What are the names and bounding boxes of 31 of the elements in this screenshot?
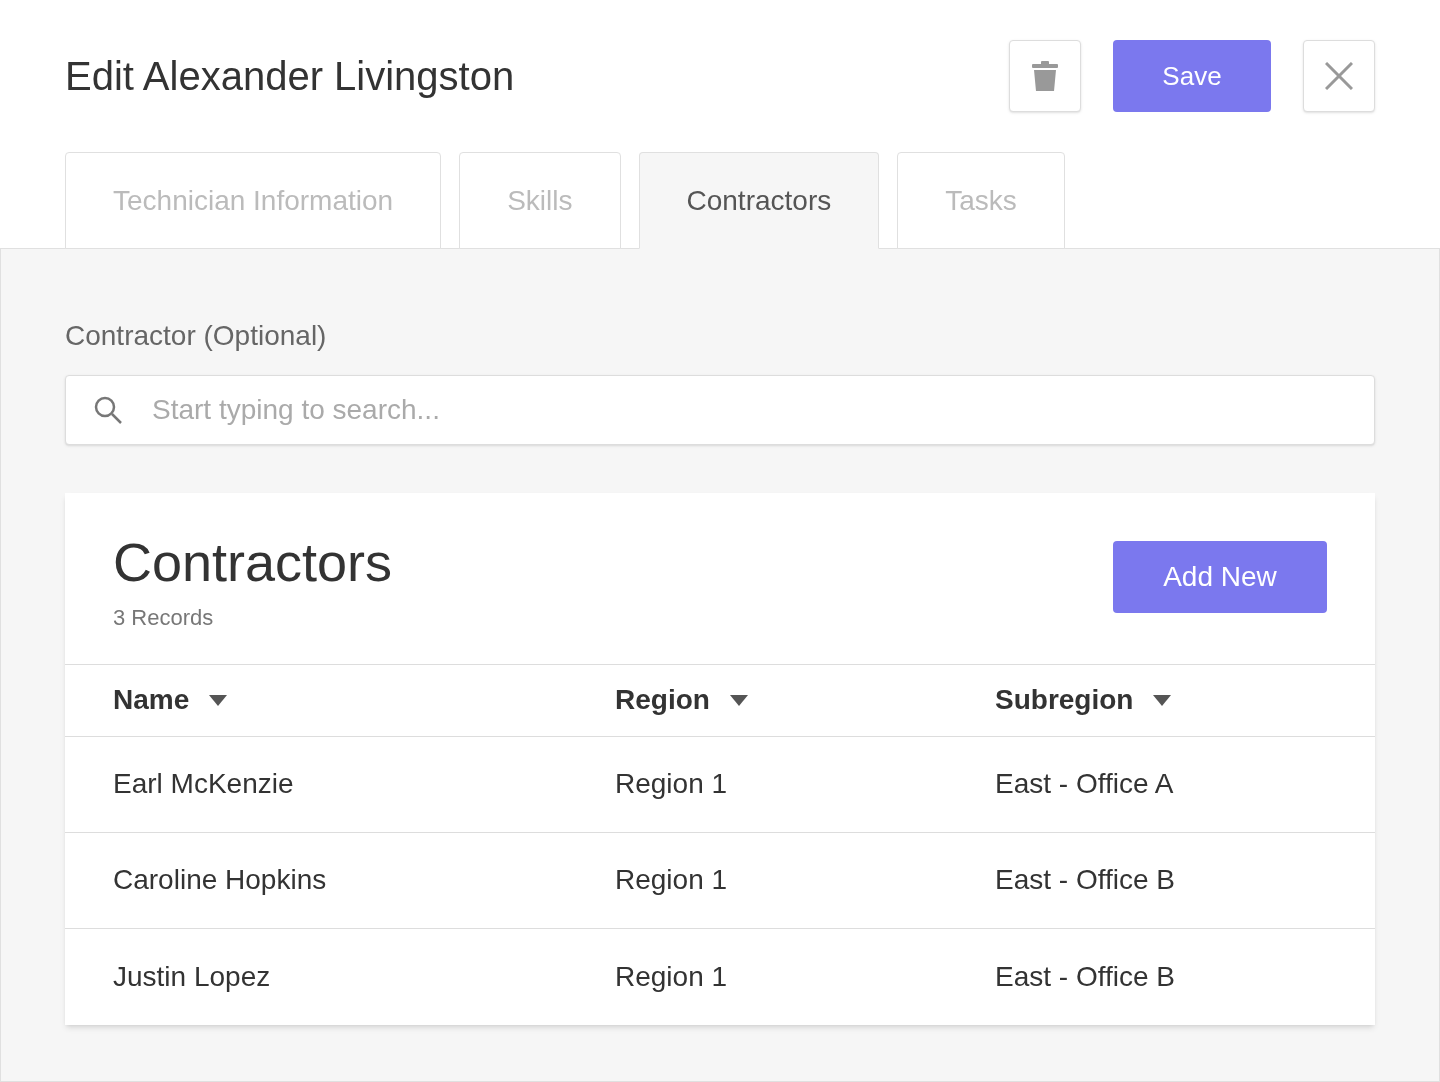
add-new-button[interactable]: Add New <box>1113 541 1327 613</box>
delete-button[interactable] <box>1009 40 1081 112</box>
table-cell: Earl McKenzie <box>113 768 294 799</box>
close-icon <box>1325 62 1353 90</box>
field-label: Contractor (Optional) <box>65 319 328 353</box>
table-cell: East - Office A <box>995 768 1174 799</box>
sort-caret-icon[interactable] <box>209 694 228 706</box>
table-cell: Justin Lopez <box>113 960 271 992</box>
column-header[interactable]: Region <box>615 679 710 721</box>
column-header[interactable]: Subregion <box>995 679 1134 721</box>
save-button[interactable]: Save <box>1113 40 1271 112</box>
search-field[interactable]: Start typing to search... <box>65 375 1375 445</box>
tab[interactable]: Technician Information <box>65 152 442 249</box>
record-count: 3 Records <box>113 603 215 632</box>
table-cell: Region 1 <box>615 768 728 799</box>
table-cell: East - Office B <box>995 864 1175 895</box>
table-cell: Region 1 <box>615 960 728 992</box>
sort-caret-icon[interactable] <box>729 694 748 706</box>
search-icon <box>93 395 123 425</box>
tab[interactable]: Contractors <box>638 152 880 249</box>
page-title: Edit Alexander Livingston <box>65 53 515 100</box>
card-title: Contractors <box>113 531 393 594</box>
trash-icon <box>1032 61 1058 91</box>
table-cell: Caroline Hopkins <box>113 864 327 895</box>
close-button[interactable] <box>1303 40 1375 112</box>
tab[interactable]: Tasks <box>897 152 1065 249</box>
table-cell: East - Office B <box>995 960 1175 992</box>
table-cell: Region 1 <box>615 864 728 895</box>
tab[interactable]: Skills <box>459 152 621 249</box>
sort-caret-icon[interactable] <box>1153 694 1172 706</box>
column-header[interactable]: Name <box>113 679 190 721</box>
